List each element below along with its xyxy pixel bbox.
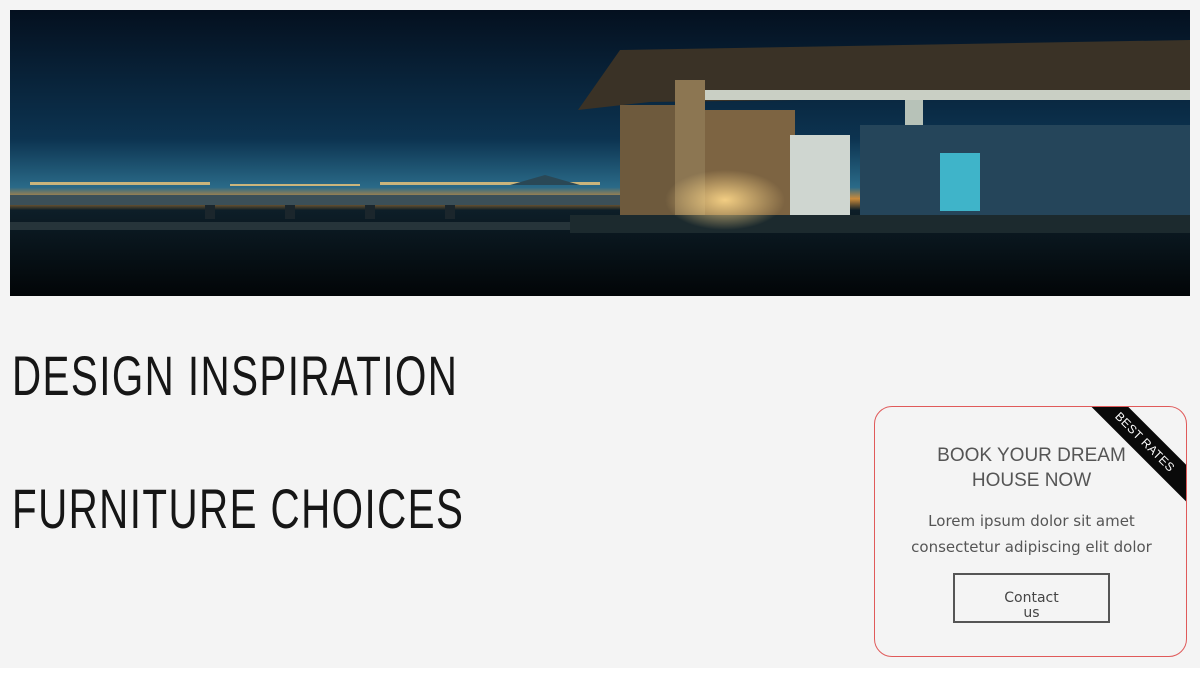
hero-banner-image [10, 10, 1190, 296]
card-title: BOOK YOUR DREAM HOUSE NOW [937, 445, 1126, 491]
heading-furniture-choices: FURNITURE CHOICES [12, 477, 465, 540]
booking-card: BEST RATES BOOK YOUR DREAM HOUSE NOW Lor… [874, 406, 1187, 657]
page: DESIGN INSPIRATION FURNITURE CHOICES BES… [0, 0, 1200, 668]
card-description: Lorem ipsum dolor sit amet consectetur a… [911, 512, 1152, 556]
hero-illustration [10, 10, 1190, 296]
contact-us-button[interactable]: Contact us [953, 573, 1110, 623]
heading-design-inspiration: DESIGN INSPIRATION [12, 344, 459, 407]
